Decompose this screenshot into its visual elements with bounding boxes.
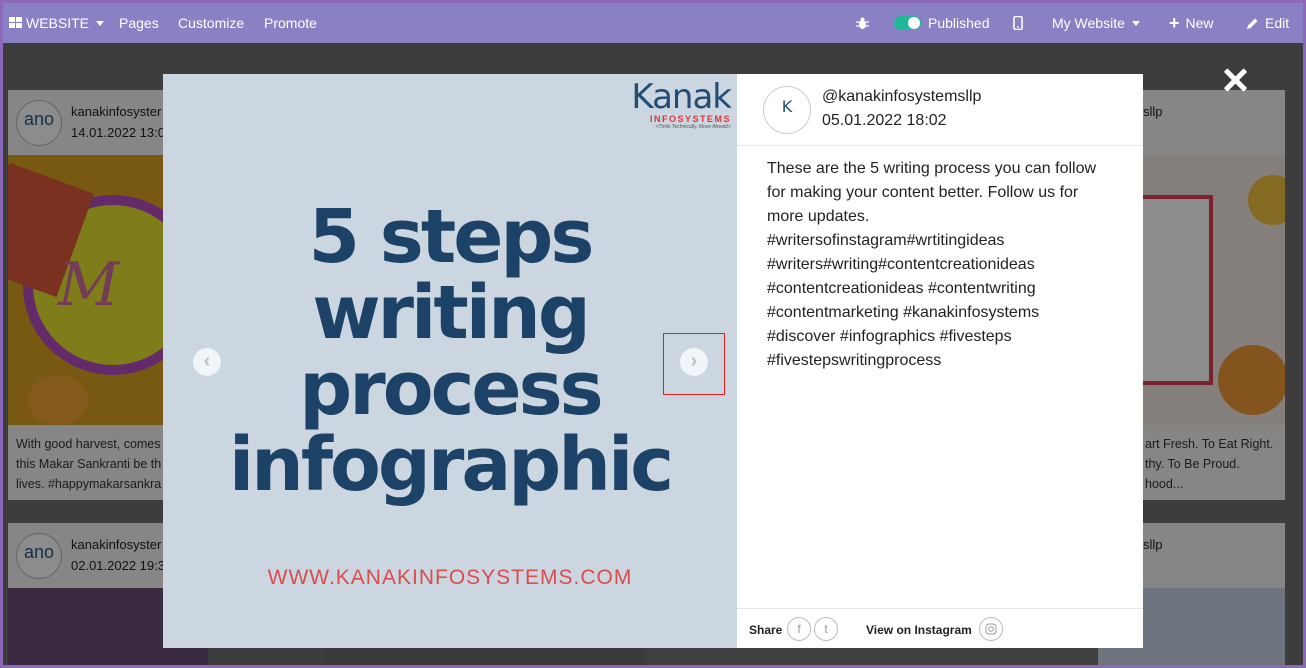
plus-icon: + — [1169, 12, 1180, 33]
browser-frame: WEBSITE Pages Customize Promote Publishe… — [3, 3, 1303, 665]
facebook-icon[interactable]: f — [787, 617, 811, 641]
post-footer: Share f t View on Instagram — [737, 608, 1143, 648]
promote-menu[interactable]: Promote — [264, 3, 317, 43]
chevron-down-icon — [96, 20, 105, 26]
post-website-url: WWW.KANAKINFOSYSTEMS.COM — [267, 566, 633, 589]
chevron-down-icon — [1131, 20, 1140, 26]
new-button[interactable]: + New — [1169, 3, 1214, 43]
instagram-post-modal: Kanak INFOSYSTEMS <Think Technically. Mo… — [163, 74, 1143, 648]
post-headline: 5 steps writing process infographic — [228, 194, 674, 508]
customize-menu[interactable]: Customize — [178, 3, 244, 43]
post-handle[interactable]: @kanakinfosystemsllp — [822, 88, 981, 106]
mobile-icon — [1013, 16, 1023, 30]
share-label: Share — [749, 623, 783, 637]
website-navbar: WEBSITE Pages Customize Promote Publishe… — [3, 3, 1303, 43]
avatar: K — [763, 86, 811, 134]
close-icon[interactable] — [1220, 65, 1250, 95]
post-caption: These are the 5 writing process you can … — [767, 160, 1097, 369]
website-menu[interactable]: WEBSITE — [9, 3, 105, 43]
post-image: Kanak INFOSYSTEMS <Think Technically. Mo… — [163, 74, 737, 648]
new-label: New — [1185, 15, 1214, 31]
pencil-icon — [1247, 18, 1258, 29]
mobile-preview-button[interactable] — [1013, 3, 1023, 43]
published-label: Published — [928, 15, 990, 31]
view-on-instagram-link[interactable]: View on Instagram — [866, 623, 972, 637]
edit-label: Edit — [1265, 15, 1290, 31]
debug-bug-button[interactable] — [856, 3, 869, 43]
my-website-menu[interactable]: My Website — [1052, 3, 1140, 43]
next-button-highlight — [663, 333, 725, 395]
post-date: 05.01.2022 18:02 — [822, 112, 947, 129]
twitter-icon[interactable]: t — [814, 617, 838, 641]
my-website-label: My Website — [1052, 15, 1125, 31]
kanak-logo: Kanak INFOSYSTEMS <Think Technically. Mo… — [631, 77, 732, 130]
post-header: K @kanakinfosystemsllp 05.01.2022 18:02 — [737, 74, 1143, 146]
website-menu-label: WEBSITE — [26, 15, 90, 31]
instagram-icon[interactable] — [979, 617, 1003, 641]
previous-post-button[interactable]: ‹ — [193, 348, 221, 376]
post-detail-panel: K @kanakinfosystemsllp 05.01.2022 18:02 … — [737, 74, 1143, 648]
toggle-switch[interactable] — [894, 16, 921, 30]
pages-menu[interactable]: Pages — [119, 3, 159, 43]
apps-grid-icon — [9, 17, 22, 28]
bug-icon — [856, 17, 869, 29]
chevron-left-icon: ‹ — [203, 350, 211, 372]
publish-toggle[interactable]: Published — [894, 3, 990, 43]
edit-button[interactable]: Edit — [1246, 3, 1289, 43]
